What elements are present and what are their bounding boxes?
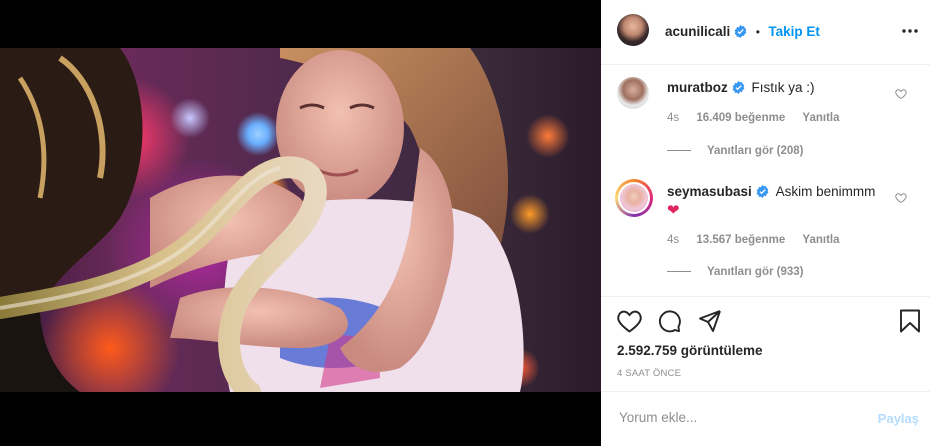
save-icon[interactable]: [899, 309, 921, 333]
commenter-avatar[interactable]: [615, 179, 653, 217]
comment-item: muratboz Fıstık ya :) 4s 16.409 beğenme …: [601, 64, 930, 174]
view-replies-label: Yanıtları gör (933): [707, 266, 804, 278]
share-icon[interactable]: [698, 309, 722, 333]
comment-likes[interactable]: 16.409 beğenme: [696, 112, 785, 124]
reply-button[interactable]: Yanıtla: [802, 112, 839, 124]
comment-like-icon[interactable]: [895, 192, 907, 204]
author-username[interactable]: acunilicali: [665, 24, 730, 39]
verified-icon: [734, 25, 747, 38]
comment-meta: 4s 16.409 beğenme Yanıtla: [667, 112, 854, 124]
post-header: acunilicali • Takip Et: [601, 0, 930, 65]
more-options-icon[interactable]: [902, 29, 918, 33]
like-icon[interactable]: [617, 310, 642, 333]
post-comment-button[interactable]: Paylaş: [878, 411, 919, 426]
comment-item: seymasubasi Askim benimmm ❤ 4s 13.567 be…: [601, 174, 930, 296]
verified-icon: [756, 185, 769, 198]
comment-age[interactable]: 4s: [667, 112, 679, 124]
view-count[interactable]: 2.592.759 görüntüleme: [617, 343, 763, 358]
commenter-username[interactable]: muratboz: [667, 80, 728, 95]
comment-meta: 4s 13.567 beğenme Yanıtla: [667, 234, 854, 246]
video-frame[interactable]: [0, 48, 601, 392]
follow-button[interactable]: Takip Et: [768, 24, 820, 39]
comment-age[interactable]: 4s: [667, 234, 679, 246]
comment-likes[interactable]: 13.567 beğenme: [696, 234, 785, 246]
comment-input[interactable]: [617, 409, 861, 426]
video-player[interactable]: [0, 0, 601, 446]
verified-icon: [732, 81, 745, 94]
replies-divider-line: [667, 150, 691, 152]
comment-text: Fıstık ya :): [751, 80, 815, 95]
commenter-username[interactable]: seymasubasi: [667, 184, 752, 199]
comment-like-icon[interactable]: [895, 88, 907, 100]
add-comment-bar: Paylaş: [601, 391, 930, 446]
comment-text: Askim benimmm: [775, 184, 876, 199]
header-separator: •: [755, 25, 760, 39]
post-actions: 2.592.759 görüntüleme 4 SAAT ÖNCE: [601, 296, 930, 392]
video-scene: [0, 48, 524, 392]
view-replies-button[interactable]: Yanıtları gör (208): [667, 145, 804, 157]
comment-icon[interactable]: [658, 309, 682, 333]
post-time[interactable]: 4 SAAT ÖNCE: [617, 368, 681, 379]
commenter-avatar[interactable]: [617, 77, 649, 109]
heart-emoji: ❤: [667, 202, 680, 219]
reply-button[interactable]: Yanıtla: [802, 234, 839, 246]
view-replies-button[interactable]: Yanıtları gör (933): [667, 266, 804, 278]
replies-divider-line: [667, 271, 691, 273]
view-replies-label: Yanıtları gör (208): [707, 145, 804, 157]
author-avatar[interactable]: [617, 14, 649, 46]
